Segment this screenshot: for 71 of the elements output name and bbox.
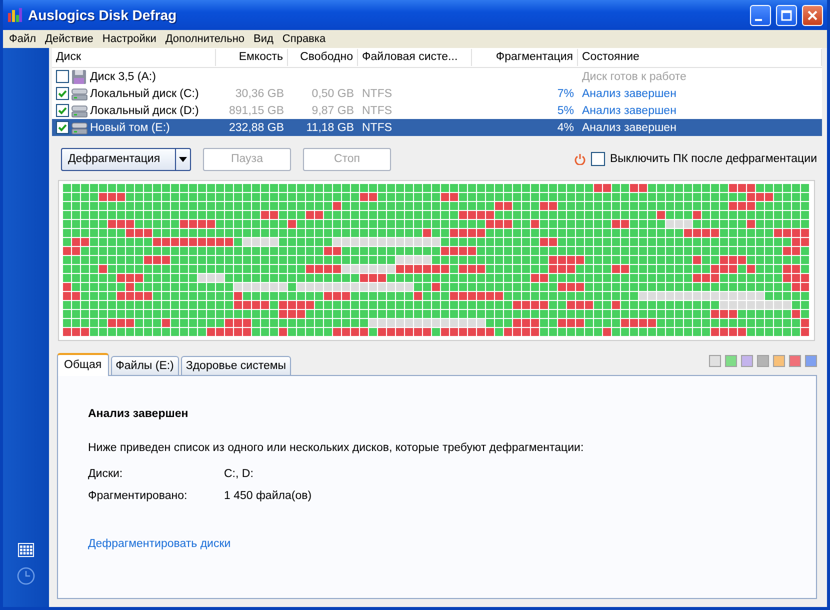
hard-drive-icon — [71, 86, 88, 102]
table-cell-text: 0,50 GB — [310, 88, 355, 100]
toolbar-button[interactable]: Дефрагментация — [61, 148, 191, 170]
defrag-link[interactable]: Дефрагментировать диски — [88, 538, 231, 550]
description-text: Ниже приведен список из одного или нескольких дисков, которые требуют дефрагментации: — [88, 442, 585, 454]
app-logo-icon — [7, 7, 23, 23]
checkbox[interactable] — [56, 121, 69, 134]
column-header[interactable]: Фрагментация — [472, 49, 578, 66]
table-cell-text: NTFS — [361, 122, 394, 134]
dropdown-icon[interactable] — [179, 156, 187, 162]
close-button[interactable] — [802, 4, 823, 26]
column-header[interactable]: Файловая систе... — [358, 49, 472, 66]
hard-drive-icon — [71, 120, 88, 136]
clock-icon[interactable] — [17, 567, 35, 585]
checkbox[interactable] — [56, 70, 69, 83]
minimize-button[interactable] — [750, 4, 771, 26]
hard-drive-icon — [71, 102, 88, 118]
menu-item[interactable]: Вид — [250, 33, 278, 45]
maximize-button[interactable] — [776, 4, 797, 26]
status-text: Анализ завершен — [581, 88, 678, 100]
checkbox[interactable] — [56, 104, 69, 117]
checkbox[interactable] — [590, 152, 605, 166]
table-cell-text: 7% — [556, 88, 575, 100]
column-header[interactable]: Диск — [52, 49, 216, 66]
table-cell-text: 232,88 GB — [228, 122, 285, 134]
detail-value: C:, D: — [224, 468, 254, 480]
menu-item[interactable]: Дополнительно — [161, 33, 250, 45]
checkbox[interactable] — [56, 87, 69, 100]
menu-item[interactable]: Настройки — [98, 33, 162, 45]
disk-name: Локальный диск (D:) — [90, 104, 199, 116]
column-header[interactable]: Емкость — [216, 49, 288, 66]
disk-name: Новый том (E:) — [90, 122, 170, 134]
window-title: Auslogics Disk Defrag — [28, 7, 178, 23]
minimize-icon — [755, 18, 762, 20]
disk-row[interactable]: Диск 3,5 (A:) Диск готов к работе — [52, 68, 822, 85]
checkmark-icon — [57, 105, 68, 116]
menu-item[interactable]: Файл — [5, 33, 42, 45]
panel-heading: Анализ завершен — [88, 408, 190, 420]
table-cell-text: NTFS — [361, 104, 394, 116]
disk-row[interactable]: Локальный диск (C:) 30,36 GB 0,50 GB NTFS 7% Анализ завершен — [52, 85, 822, 102]
selected-row[interactable]: Новый том (E:) 232,88 GB 11,18 GB NTFS 4% Анализ завершен — [52, 119, 822, 136]
column-header[interactable]: Свободно — [288, 49, 358, 66]
table-cell-text: 11,18 GB — [305, 122, 355, 134]
close-icon — [807, 10, 818, 20]
checkmark-icon — [57, 88, 68, 99]
detail-value: 1 450 файла(ов) — [224, 490, 313, 502]
column-header[interactable]: Состояние — [578, 49, 822, 66]
power-icon — [574, 153, 586, 165]
tab[interactable]: Общая — [57, 353, 109, 376]
checkbox-label: Выключить ПК после дефрагментации — [610, 153, 817, 165]
detail-label: Диски: — [88, 468, 124, 480]
disk-row[interactable]: Локальный диск (D:) 891,15 GB 9,87 GB NTFS 5% Анализ завершен — [52, 102, 822, 119]
tab[interactable]: Здоровье системы — [180, 356, 292, 375]
status-text: Анализ завершен — [581, 122, 678, 134]
detail-label: Фрагментировано: — [88, 490, 188, 502]
status-text: Диск готов к работе — [581, 70, 688, 82]
table-cell-text: 4% — [556, 122, 575, 134]
table-cell-text: NTFS — [361, 88, 394, 100]
table-cell-text: 5% — [556, 104, 575, 116]
table-cell-text: 9,87 GB — [310, 104, 355, 116]
menu-item[interactable]: Действие — [41, 33, 98, 45]
tab[interactable]: Файлы (E:) — [110, 356, 179, 375]
maximize-icon — [781, 10, 792, 20]
table-cell-text: 30,36 GB — [234, 88, 285, 100]
status-text: Анализ завершен — [581, 104, 678, 116]
menu-item[interactable]: Справка — [278, 33, 331, 45]
checkmark-icon — [57, 122, 68, 133]
calendar-grid-icon[interactable] — [18, 543, 34, 557]
table-cell-text: 891,15 GB — [228, 104, 285, 116]
disk-name: Локальный диск (C:) — [90, 88, 199, 100]
disk-name: Диск 3,5 (A:) — [90, 70, 156, 82]
